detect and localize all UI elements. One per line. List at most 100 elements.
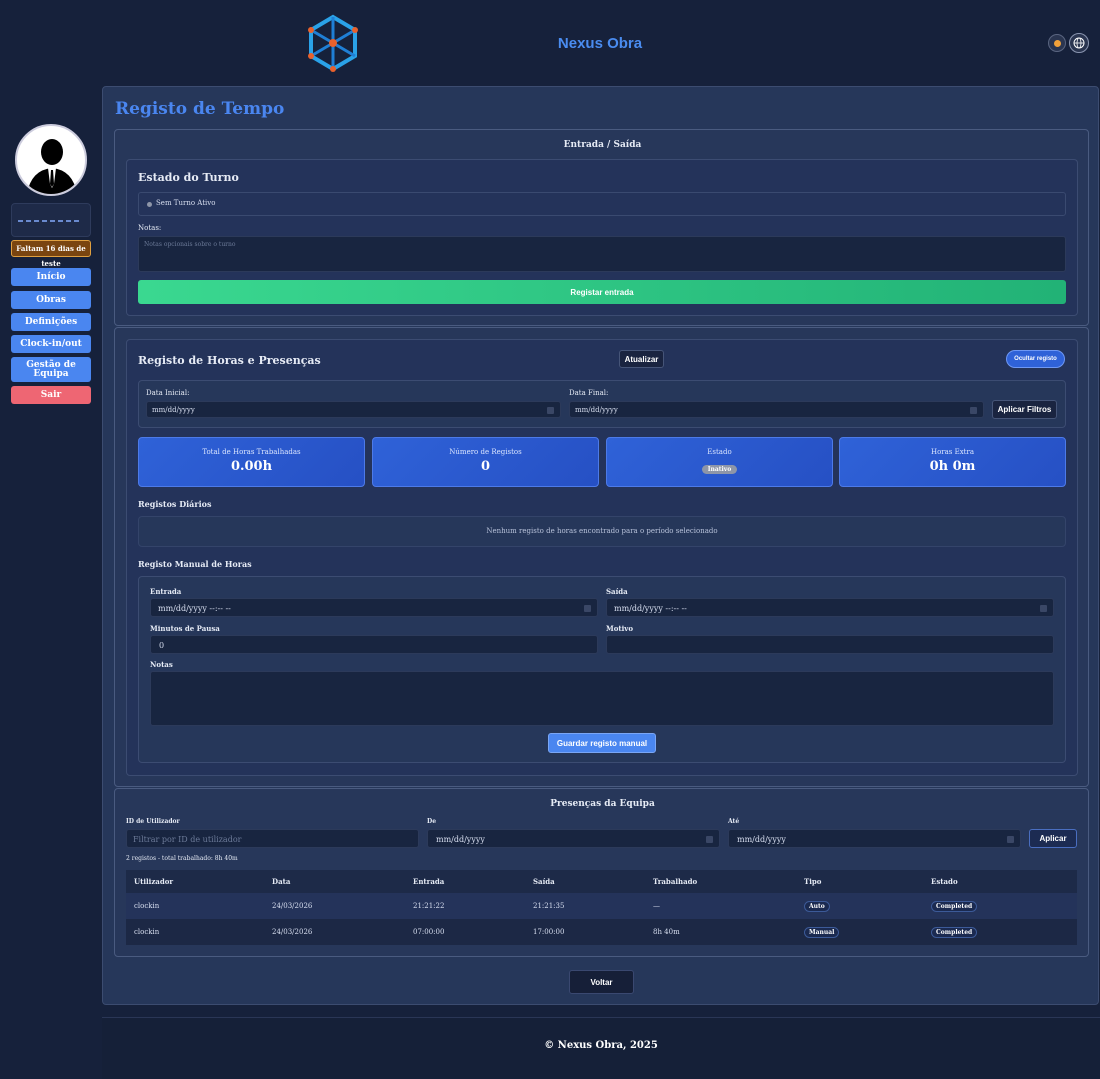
language-button[interactable] xyxy=(1069,33,1089,53)
calendar-icon xyxy=(706,835,713,843)
manual-entry-label: Entrada xyxy=(150,587,182,596)
stat-total-label: Total de Horas Trabalhadas xyxy=(202,448,301,456)
project-thumbnail[interactable] xyxy=(11,203,91,237)
from-date-input[interactable]: mm/dd/yyyy xyxy=(427,829,720,848)
footer-copyright: © Nexus Obra, 2025 xyxy=(544,1040,658,1051)
type-badge: Auto xyxy=(804,900,830,912)
daily-empty-text: Nenhum registo de horas encontrado para … xyxy=(486,527,718,535)
sidebar-item-obras[interactable]: Obras xyxy=(11,291,91,309)
status-dot-icon xyxy=(147,202,152,207)
calendar-icon xyxy=(584,604,591,612)
column-header: Saída xyxy=(525,870,645,893)
stat-overtime: Horas Extra 0h 0m xyxy=(839,437,1066,487)
stat-status: Estado Inativo xyxy=(606,437,833,487)
status-badge: Completed xyxy=(931,900,978,912)
refresh-button[interactable]: Atualizar xyxy=(619,350,664,368)
team-summary: 2 registos - total trabalhado: 8h 40m xyxy=(126,855,238,862)
stat-count-value: 0 xyxy=(480,459,491,474)
table-row[interactable]: clockin 24/03/2026 21:21:22 21:21:35 — A… xyxy=(126,893,1077,919)
apply-filters-button[interactable]: Aplicar Filtros xyxy=(992,400,1057,419)
main-content: Registo de Tempo Entrada / Saída Estado … xyxy=(102,86,1099,1005)
clock-panel: Entrada / Saída Estado do Turno Sem Turn… xyxy=(114,129,1089,326)
calendar-icon xyxy=(1007,835,1014,843)
shift-status-box: Sem Turno Ativo xyxy=(138,192,1066,216)
globe-icon xyxy=(1073,37,1085,49)
calendar-icon xyxy=(1040,604,1047,612)
stat-count-label: Número de Registos xyxy=(449,448,522,456)
manual-entry-input[interactable]: mm/dd/yyyy --:-- -- xyxy=(150,598,598,617)
cell-user: clockin xyxy=(126,919,264,945)
stat-total-value: 0.00h xyxy=(230,459,273,474)
thumbnail-graphic xyxy=(18,220,80,222)
break-minutes-label: Minutos de Pausa xyxy=(150,624,220,633)
cell-worked: — xyxy=(645,893,796,919)
clock-in-button[interactable]: Registar entrada xyxy=(138,280,1066,304)
end-date-value: mm/dd/yyyy xyxy=(575,406,618,414)
sun-icon xyxy=(1053,39,1061,47)
app-header: Nexus Obra xyxy=(0,0,1100,86)
user-id-input[interactable]: Filtrar por ID de utilizador xyxy=(126,829,419,848)
status-badge: Inativo xyxy=(701,465,738,474)
sidebar-item-inicio[interactable]: Início xyxy=(11,268,91,286)
cell-entry: 21:21:22 xyxy=(405,893,525,919)
break-minutes-value: 0 xyxy=(159,641,165,650)
date-filter-box: Data Inicial: mm/dd/yyyy Data Final: mm/… xyxy=(138,380,1066,428)
manual-entry-value: mm/dd/yyyy --:-- -- xyxy=(158,604,231,613)
cell-status: Completed xyxy=(923,919,1077,945)
reason-input[interactable] xyxy=(606,635,1054,654)
hours-title: Registo de Horas e Presenças xyxy=(138,354,321,367)
reason-label: Motivo xyxy=(606,624,634,633)
break-minutes-input[interactable]: 0 xyxy=(150,635,598,654)
sidebar-item-definicoes[interactable]: Definições xyxy=(11,313,91,331)
end-date-label: Data Final: xyxy=(569,389,609,397)
cell-type: Auto xyxy=(796,893,923,919)
cell-type: Manual xyxy=(796,919,923,945)
cell-worked: 8h 40m xyxy=(645,919,796,945)
notes-label: Notas: xyxy=(138,224,162,232)
status-badge: Completed xyxy=(931,926,978,938)
shift-notes-placeholder: Notas opcionais sobre o turno xyxy=(144,241,236,248)
team-apply-button[interactable]: Aplicar xyxy=(1029,829,1077,848)
sidebar-item-sair[interactable]: Sair xyxy=(11,386,91,404)
column-header: Trabalhado xyxy=(645,870,796,893)
user-avatar-icon[interactable] xyxy=(15,124,87,196)
calendar-icon xyxy=(547,406,554,414)
to-date-input[interactable]: mm/dd/yyyy xyxy=(728,829,1021,848)
table-row[interactable]: clockin 24/03/2026 07:00:00 17:00:00 8h … xyxy=(126,919,1077,945)
manual-notes-textarea[interactable] xyxy=(150,671,1054,726)
manual-entry-title: Registo Manual de Horas xyxy=(138,559,252,569)
shift-notes-textarea[interactable]: Notas opcionais sobre o turno xyxy=(138,236,1066,272)
to-date-label: Até xyxy=(728,818,740,825)
sidebar-item-gestao-equipa[interactable]: Gestão de Equipa xyxy=(11,357,91,382)
column-header: Data xyxy=(264,870,405,893)
user-id-label: ID de Utilizador xyxy=(126,818,180,825)
stat-status-label: Estado xyxy=(707,448,732,456)
column-header: Entrada xyxy=(405,870,525,893)
theme-toggle-button[interactable] xyxy=(1048,34,1066,52)
shift-status-text: Sem Turno Ativo xyxy=(156,199,216,207)
start-date-input[interactable]: mm/dd/yyyy xyxy=(146,401,561,418)
stat-total-hours: Total de Horas Trabalhadas 0.00h xyxy=(138,437,365,487)
daily-records-title: Registos Diários xyxy=(138,499,212,509)
cell-status: Completed xyxy=(923,893,1077,919)
back-button[interactable]: Voltar xyxy=(569,970,634,994)
trial-notice: Faltam 16 dias de teste xyxy=(11,240,91,268)
shift-title: Estado do Turno xyxy=(138,171,239,184)
team-attendance-table: Utilizador Data Entrada Saída Trabalhado… xyxy=(126,870,1077,945)
type-badge: Manual xyxy=(804,926,840,938)
save-manual-button[interactable]: Guardar registo manual xyxy=(548,733,656,753)
team-panel: Presenças da Equipa ID de Utilizador Fil… xyxy=(114,788,1089,957)
end-date-input[interactable]: mm/dd/yyyy xyxy=(569,401,984,418)
cell-exit: 21:21:35 xyxy=(525,893,645,919)
manual-exit-label: Saída xyxy=(606,587,628,596)
start-date-label: Data Inicial: xyxy=(146,389,190,397)
manual-exit-input[interactable]: mm/dd/yyyy --:-- -- xyxy=(606,598,1054,617)
cell-exit: 17:00:00 xyxy=(525,919,645,945)
cell-user: clockin xyxy=(126,893,264,919)
sidebar-item-clock[interactable]: Clock-in/out xyxy=(11,335,91,353)
column-header: Estado xyxy=(923,870,1077,893)
shift-card: Estado do Turno Sem Turno Ativo Notas: N… xyxy=(126,159,1078,316)
nexus-logo-icon xyxy=(308,14,358,72)
hide-log-button[interactable]: Ocultar registo xyxy=(1006,350,1065,368)
hours-panel: Registo de Horas e Presenças Atualizar O… xyxy=(114,327,1089,787)
